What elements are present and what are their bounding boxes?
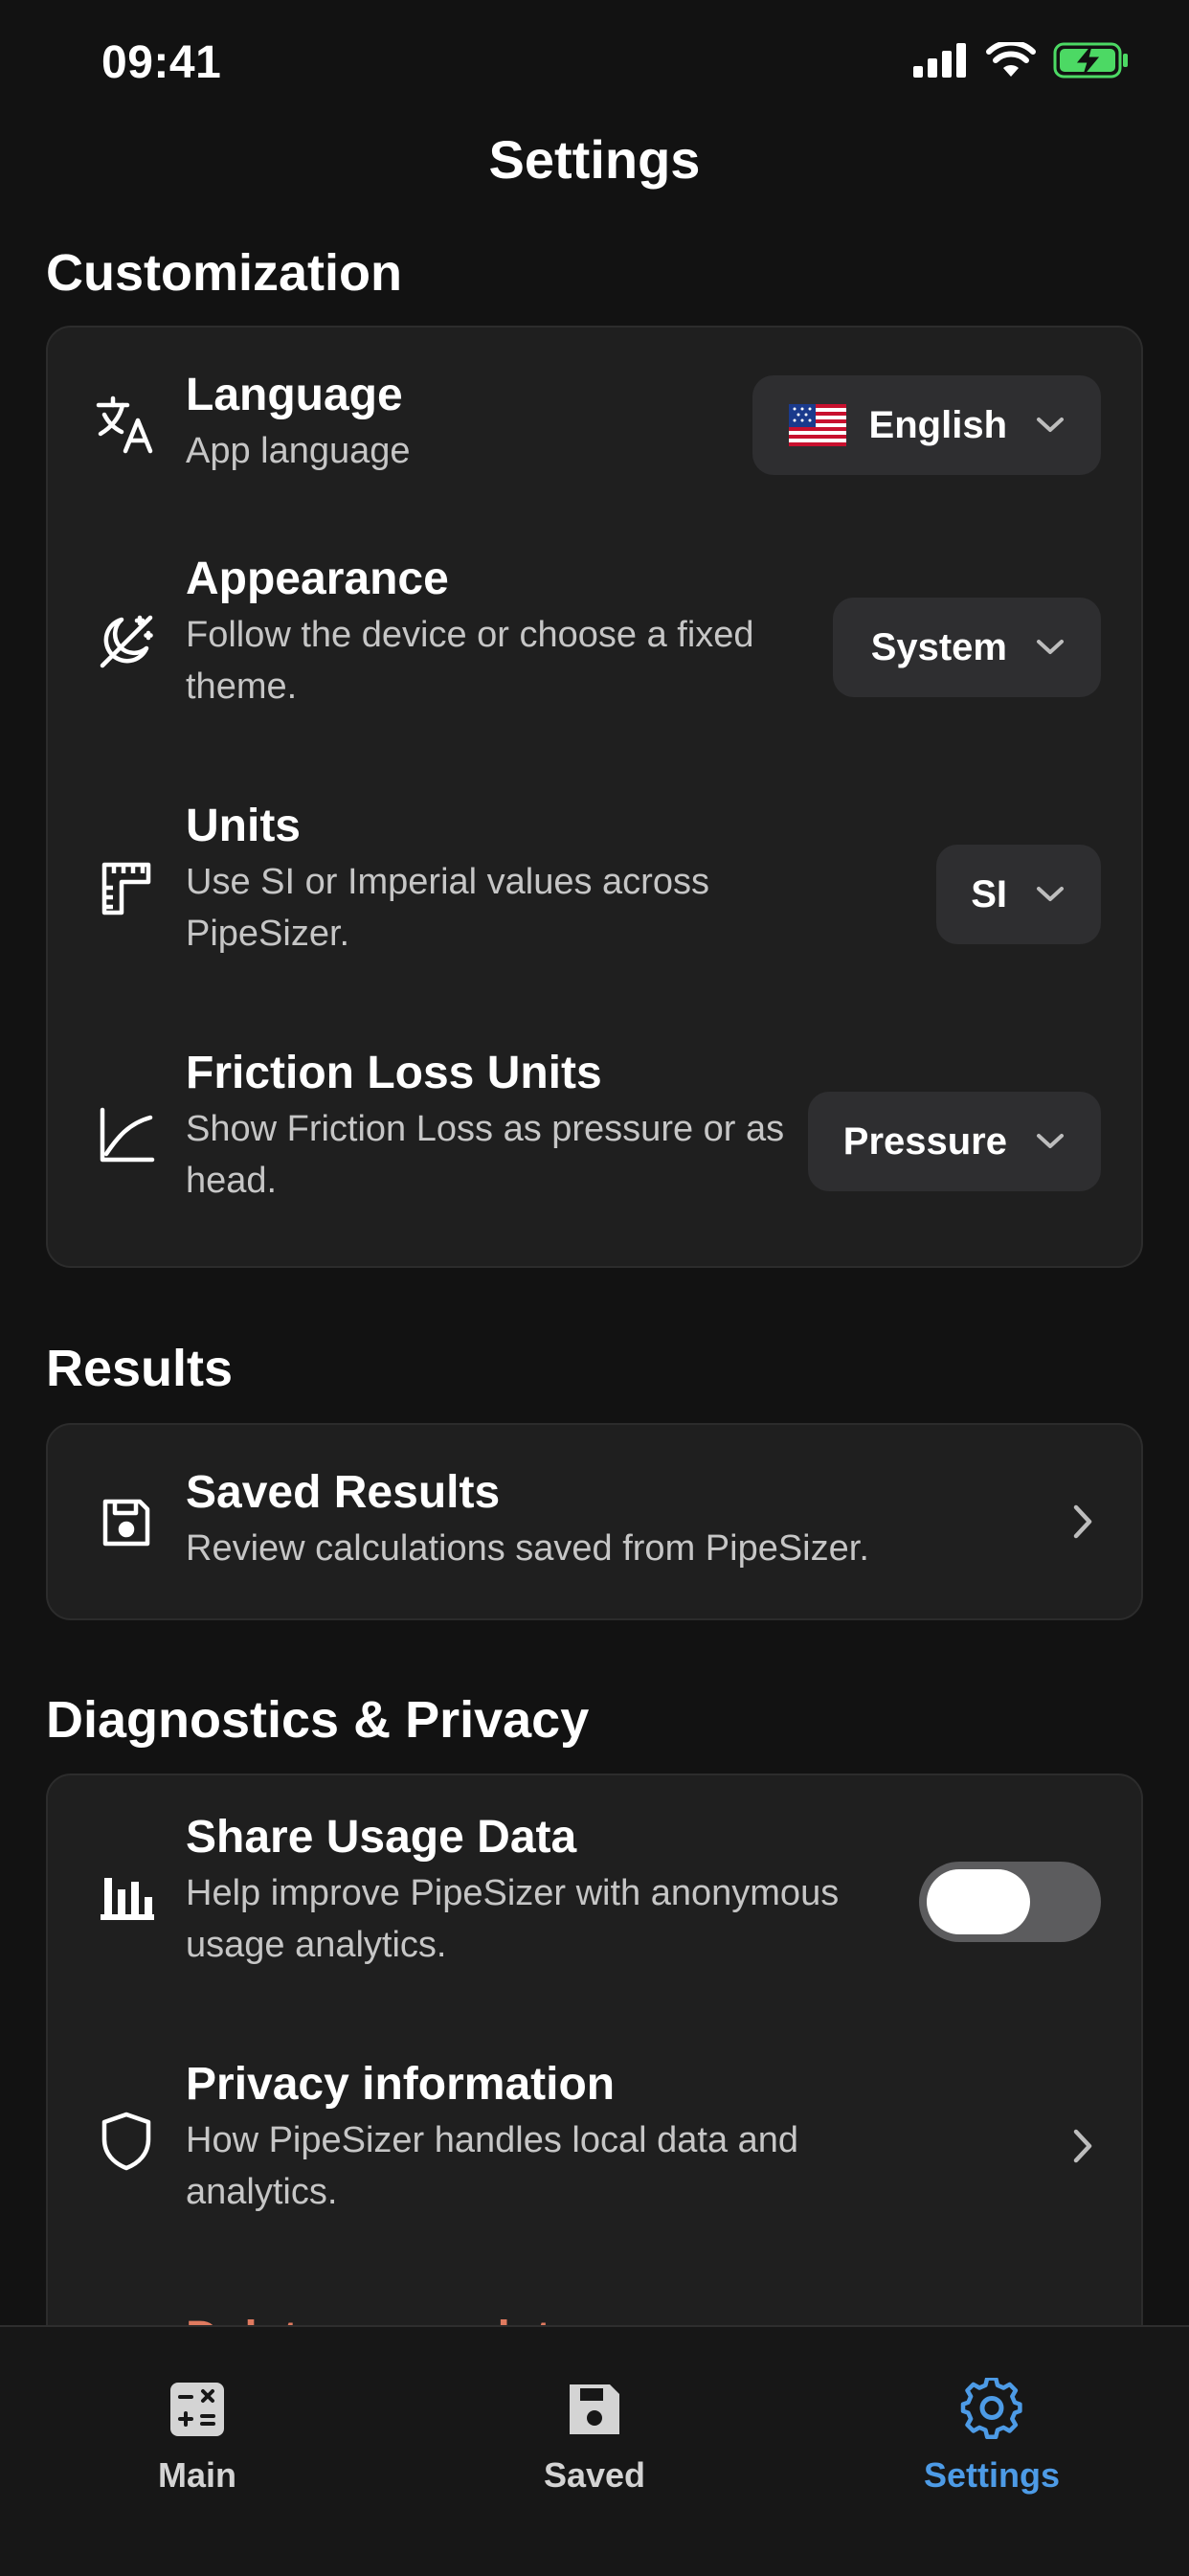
page-title: Settings: [488, 129, 701, 190]
appearance-title: Appearance: [186, 554, 449, 604]
appearance-value: System: [870, 625, 1007, 668]
ruler-icon: [88, 850, 165, 927]
section-title-diagnostics: Diagnostics & Privacy: [46, 1691, 590, 1749]
language-dropdown[interactable]: English: [752, 375, 1101, 475]
share-usage-subtitle: Help improve PipeSizer with anonymous us…: [186, 1873, 840, 1965]
privacy-text: Privacy information How PipeSizer handle…: [186, 2057, 913, 2218]
friction-loss-subtitle: Show Friction Loss as pressure or as hea…: [186, 1109, 785, 1201]
chevron-down-icon: [1036, 886, 1065, 903]
units-dropdown[interactable]: SI: [936, 845, 1101, 944]
floppy-disk-icon: [88, 1484, 165, 1561]
customization-card: Language App language English Appearance…: [46, 326, 1143, 1268]
friction-loss-dropdown[interactable]: Pressure: [808, 1092, 1101, 1191]
tab-main[interactable]: Main: [54, 2327, 341, 2519]
privacy-title: Privacy information: [186, 2059, 616, 2110]
status-time: 09:41: [101, 37, 222, 88]
chevron-right-icon: [1072, 2128, 1093, 2164]
privacy-subtitle: How PipeSizer handles local data and ana…: [186, 2120, 799, 2212]
curve-chart-icon: [88, 1097, 165, 1174]
appearance-row[interactable]: Appearance Follow the device or choose a…: [48, 523, 1141, 770]
translate-icon: [88, 387, 165, 463]
results-card: Saved Results Review calculations saved …: [46, 1423, 1143, 1620]
units-row[interactable]: Units Use SI or Imperial values across P…: [48, 770, 1141, 1017]
bar-chart-icon: [88, 1856, 165, 1932]
toggle-knob: [927, 1869, 1030, 1934]
status-bar: 09:41: [0, 0, 1189, 124]
shield-icon: [88, 2103, 165, 2180]
section-title-customization: Customization: [46, 244, 402, 302]
saved-results-row[interactable]: Saved Results Review calculations saved …: [48, 1425, 1141, 1622]
calculator-icon: [168, 2375, 226, 2444]
language-subtitle: App language: [186, 431, 411, 471]
language-text: Language App language: [186, 368, 411, 477]
saved-results-text: Saved Results Review calculations saved …: [186, 1465, 869, 1574]
share-usage-data-row: Share Usage Data Help improve PipeSizer …: [48, 1775, 1141, 2022]
chevron-right-icon: [1072, 1503, 1093, 1540]
units-title: Units: [186, 801, 301, 851]
tab-settings[interactable]: Settings: [848, 2327, 1135, 2519]
tab-saved-label: Saved: [543, 2455, 646, 2495]
appearance-subtitle: Follow the device or choose a fixed them…: [186, 615, 754, 707]
language-value: English: [868, 403, 1007, 446]
units-text: Units Use SI or Imperial values across P…: [186, 799, 875, 960]
tab-main-label: Main: [157, 2455, 236, 2495]
tab-bar: Main Saved Settings: [0, 2325, 1189, 2576]
language-row[interactable]: Language App language English: [48, 328, 1141, 523]
us-flag-icon: [788, 404, 846, 446]
theme-icon: [88, 603, 165, 680]
appearance-dropdown[interactable]: System: [833, 598, 1101, 697]
status-icons: [913, 39, 1130, 83]
wifi-icon: [986, 39, 1036, 83]
chevron-down-icon: [1036, 1133, 1065, 1150]
friction-loss-text: Friction Loss Units Show Friction Loss a…: [186, 1046, 856, 1207]
friction-loss-title: Friction Loss Units: [186, 1048, 602, 1098]
privacy-information-row[interactable]: Privacy information How PipeSizer handle…: [48, 2022, 1141, 2270]
battery-charging-icon: [1053, 42, 1130, 83]
tab-saved[interactable]: Saved: [451, 2327, 738, 2519]
chevron-down-icon: [1036, 639, 1065, 656]
saved-results-subtitle: Review calculations saved from PipeSizer…: [186, 1528, 869, 1569]
share-usage-title: Share Usage Data: [186, 1812, 577, 1863]
section-title-results: Results: [46, 1340, 234, 1397]
saved-results-title: Saved Results: [186, 1467, 501, 1518]
units-value: SI: [971, 872, 1007, 915]
appearance-text: Appearance Follow the device or choose a…: [186, 552, 875, 712]
share-usage-text: Share Usage Data Help improve PipeSizer …: [186, 1810, 913, 1971]
language-title: Language: [186, 370, 403, 420]
friction-loss-value: Pressure: [842, 1119, 1007, 1163]
gear-icon: [960, 2375, 1023, 2444]
tab-settings-label: Settings: [923, 2455, 1060, 2495]
cellular-signal-icon: [913, 43, 969, 82]
share-usage-toggle[interactable]: [919, 1862, 1101, 1942]
friction-loss-units-row[interactable]: Friction Loss Units Show Friction Loss a…: [48, 1017, 1141, 1268]
floppy-disk-icon: [566, 2375, 623, 2444]
units-subtitle: Use SI or Imperial values across PipeSiz…: [186, 862, 709, 954]
chevron-down-icon: [1036, 417, 1065, 434]
